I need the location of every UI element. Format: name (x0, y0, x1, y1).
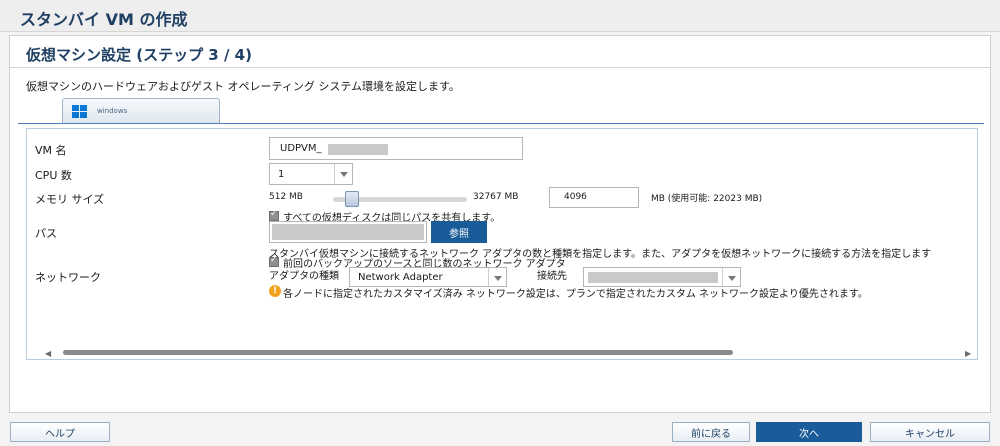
same-adapters-checkbox[interactable] (269, 255, 279, 267)
tab-underline (18, 123, 984, 124)
memory-max: 32767 MB (473, 192, 519, 202)
memory-available: MB (使用可能: 22023 MB) (651, 194, 763, 204)
memory-slider-thumb[interactable] (345, 191, 359, 207)
redacted-block (328, 144, 388, 155)
back-button[interactable]: 前に戻る (672, 422, 750, 442)
chevron-down-icon[interactable] (722, 268, 740, 286)
adapter-type-select[interactable]: Network Adapter (349, 267, 507, 287)
tab-windows[interactable]: windows (62, 98, 220, 124)
path-label: パス (35, 227, 57, 240)
title-bar: スタンバイ VM の作成 (0, 0, 1000, 32)
help-button[interactable]: ヘルプ (10, 422, 110, 442)
cancel-button[interactable]: キャンセル (870, 422, 990, 442)
scrollbar-thumb[interactable] (63, 350, 733, 355)
browse-button[interactable]: 参照 (431, 221, 487, 243)
scroll-left-icon[interactable]: ◀ (45, 349, 51, 358)
windows-icon (72, 105, 88, 118)
vm-name-label: VM 名 (35, 144, 67, 157)
settings-panel: VM 名 UDPVM_ CPU 数 1 メモリ サイズ 512 MB 32767… (26, 128, 978, 360)
network-warning: 各ノードに指定されたカスタマイズ済み ネットワーク設定は、プランで指定されたカス… (283, 289, 868, 300)
path-input[interactable] (269, 221, 427, 243)
connect-to-label: 接続先 (537, 271, 567, 282)
wizard-dialog: 仮想マシン設定 (ステップ 3 / 4) 仮想マシンのハードウェアおよびゲスト … (9, 35, 991, 413)
scroll-right-icon[interactable]: ▶ (965, 349, 971, 358)
cpu-label: CPU 数 (35, 169, 72, 182)
divider (10, 67, 990, 68)
warning-icon: ! (269, 285, 281, 297)
memory-min: 512 MB (269, 192, 303, 202)
adapter-type-value: Network Adapter (358, 272, 443, 283)
memory-label: メモリ サイズ (35, 193, 105, 206)
tab-windows-label: windows (97, 107, 128, 115)
footer: ヘルプ 前に戻る 次へ キャンセル (0, 416, 1000, 446)
memory-input[interactable]: 4096 (549, 187, 639, 208)
network-label: ネットワーク (35, 271, 101, 284)
horizontal-scrollbar[interactable]: ◀ ▶ (27, 347, 977, 359)
vm-name-value: UDPVM_ (280, 143, 322, 154)
adapter-type-label: アダプタの種類 (269, 271, 339, 282)
step-title: 仮想マシン設定 (ステップ 3 / 4) (26, 46, 252, 64)
connect-to-select[interactable] (583, 267, 741, 287)
memory-value: 4096 (564, 192, 587, 202)
vm-name-input[interactable]: UDPVM_ (269, 137, 523, 160)
step-description: 仮想マシンのハードウェアおよびゲスト オペレーティング システム環境を設定します… (26, 80, 460, 93)
redacted-block (272, 224, 424, 240)
cpu-value: 1 (278, 169, 285, 180)
cpu-select[interactable]: 1 (269, 163, 353, 185)
chevron-down-icon[interactable] (334, 164, 352, 184)
redacted-block (588, 272, 718, 283)
window-title: スタンバイ VM の作成 (20, 10, 188, 29)
next-button[interactable]: 次へ (756, 422, 862, 442)
share-path-checkbox[interactable] (269, 209, 279, 221)
chevron-down-icon[interactable] (488, 268, 506, 286)
